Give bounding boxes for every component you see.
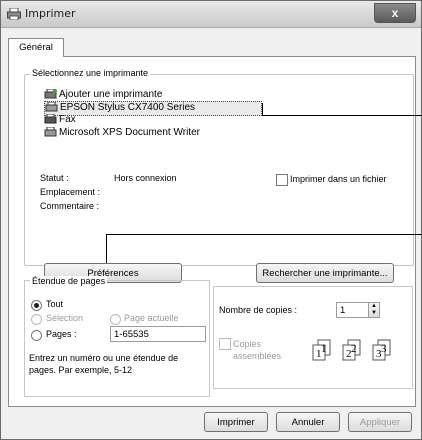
- callout-line-printer: [262, 115, 422, 116]
- fax-icon: [44, 114, 57, 124]
- range-pages-label: Pages :: [46, 329, 77, 339]
- page-range-help: Entrez un numéro ou une étendue de pages…: [29, 353, 179, 375]
- collate-label-1: Copies: [233, 339, 262, 349]
- printer-icon: [7, 8, 21, 20]
- printer-icon: [44, 127, 57, 137]
- print-to-file-label: Imprimer dans un fichier: [290, 174, 387, 184]
- window-title: Imprimer: [25, 7, 76, 20]
- range-pages-radio[interactable]: [31, 330, 42, 341]
- pages-input[interactable]: 1-65535: [110, 326, 206, 342]
- print-button[interactable]: Imprimer: [204, 412, 268, 432]
- printer-item-label: Fax: [59, 114, 76, 125]
- find-printer-button[interactable]: Rechercher une imprimante...: [256, 263, 394, 283]
- printer-item-fax[interactable]: Fax: [44, 114, 76, 127]
- printer-icon: [45, 102, 58, 112]
- tab-general[interactable]: Général: [8, 38, 64, 57]
- collate-page-label: 1: [321, 343, 327, 355]
- comment-label: Commentaire :: [40, 201, 100, 211]
- collate-label-2: assemblées: [233, 351, 282, 361]
- location-label: Emplacement :: [40, 187, 101, 197]
- range-all-radio[interactable]: [31, 300, 42, 311]
- title-bar: Imprimer x: [1, 1, 421, 28]
- close-button[interactable]: x: [374, 3, 416, 23]
- apply-button[interactable]: Appliquer: [348, 412, 412, 432]
- collate-page-label: 3: [381, 343, 387, 355]
- collate-page-label: 2: [351, 343, 357, 355]
- range-all-label: Tout: [46, 299, 64, 309]
- printer-item-label: EPSON Stylus CX7400 Series: [60, 102, 196, 113]
- printer-item-xps[interactable]: Microsoft XPS Document Writer: [44, 127, 200, 140]
- printer-item-epson[interactable]: EPSON Stylus CX7400 Series: [44, 101, 262, 116]
- copies-spinner[interactable]: ▲ ▼: [368, 302, 380, 318]
- range-selection-radio[interactable]: [31, 314, 42, 325]
- print-to-file-checkbox[interactable]: [276, 174, 288, 186]
- printer-item-label: Microsoft XPS Document Writer: [59, 127, 200, 138]
- copies-group: [213, 286, 413, 389]
- callout-line-preferences: [106, 234, 422, 235]
- cancel-button[interactable]: Annuler: [276, 412, 340, 432]
- printer-group-legend: Sélectionnez une imprimante: [30, 68, 151, 78]
- range-current-radio[interactable]: [110, 314, 121, 325]
- collate-checkbox[interactable]: [219, 338, 231, 350]
- page-range-legend: Étendue de pages: [30, 276, 108, 286]
- range-current-label: Page actuelle: [124, 313, 179, 323]
- copies-count-label: Nombre de copies :: [219, 305, 298, 315]
- collate-pages-icon: 1 1 2 2 3 3: [312, 339, 391, 361]
- callout-line-preferences-tick: [106, 234, 107, 264]
- add-printer-icon: [44, 89, 57, 99]
- printer-item-label: Ajouter une imprimante: [59, 89, 163, 100]
- status-value: Hors connexion: [114, 173, 177, 183]
- range-selection-label: Sélection: [46, 313, 84, 323]
- status-label: Statut :: [40, 173, 69, 183]
- callout-line-printer-tick: [262, 103, 263, 115]
